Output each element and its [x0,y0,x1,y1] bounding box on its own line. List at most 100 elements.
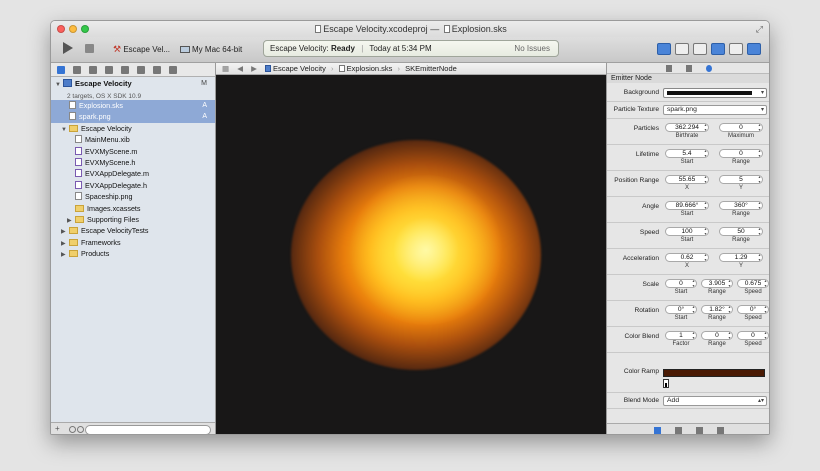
particle-editor-canvas[interactable] [216,75,606,434]
media-library-icon[interactable] [717,427,724,434]
window-title-separator: — [430,24,440,34]
jump-crumb-node[interactable]: SKEmitterNode [405,64,457,73]
standard-editor-button[interactable] [657,43,671,55]
stepper-field[interactable]: 0° [665,305,697,314]
project-file-icon [315,25,322,33]
run-button[interactable] [63,42,73,54]
background-color-well[interactable]: ▾ [663,88,767,98]
stepper-field[interactable]: 360° [719,201,763,210]
toggle-debug-area-button[interactable] [729,43,743,55]
stepper-caption: Y [738,263,743,269]
version-editor-button[interactable] [693,43,707,55]
stepper-field[interactable]: 1 [665,331,697,340]
stepper-field[interactable]: 55.65 [665,175,709,184]
stepper-field[interactable]: 1.29 [719,253,763,262]
navigator-item[interactable]: EVXAppDelegate.h [51,180,215,191]
blend-mode-select[interactable]: Add ▴▾ [663,396,767,406]
background-row: Background ▾ [607,85,769,102]
stepper-field[interactable]: 0 [719,149,763,158]
navigator-item[interactable]: Images.xcassets [51,203,215,214]
stepper-field[interactable]: 50 [719,227,763,236]
color-ramp-bar[interactable] [663,369,765,377]
file-inspector-icon[interactable] [666,65,672,72]
blend-mode-value: Add [667,397,680,404]
disclosure-triangle-icon[interactable]: ▶ [61,250,69,261]
navigator-item[interactable]: EVXMyScene.h [51,157,215,168]
jump-crumb-file[interactable]: Explosion.sks [338,64,392,73]
file-template-icon[interactable] [654,427,661,434]
stepper-caption: Range [732,211,750,217]
navigator-item[interactable]: spark.png A [51,111,215,123]
navigator-item[interactable]: ▶ Escape VelocityTests [51,225,215,236]
stepper-field[interactable]: 89.666° [665,201,709,210]
project-navigator: ▼ Escape Velocity 2 targets, OS X SDK 10.… [51,63,216,434]
assistant-editor-button[interactable] [675,43,689,55]
related-items-icon[interactable]: ▦ [222,64,229,73]
navigator-item[interactable]: ▶ Supporting Files [51,214,215,225]
navigator-item[interactable]: EVXAppDelegate.m [51,168,215,179]
debug-navigator-icon[interactable] [137,66,145,74]
scm-status-badge: A [202,102,207,109]
code-snippet-icon[interactable] [675,427,682,434]
project-navigator-icon[interactable] [57,66,65,74]
scm-filter-icon[interactable] [77,426,84,433]
activity-issues[interactable]: No Issues [514,41,550,56]
color-ramp-stop[interactable] [663,379,669,388]
stepper-field[interactable]: 100 [665,227,709,236]
navigator-item[interactable]: MainMenu.xib [51,134,215,145]
stepper-field[interactable]: 0.675 [737,279,769,288]
texture-combo[interactable]: spark.png ▾ [663,105,767,115]
navigator-item[interactable]: ▶ Products [51,248,215,259]
stepper-field[interactable]: 0 [665,279,697,288]
stepper-caption: Range [708,315,726,321]
stepper-caption: Factor [672,341,690,347]
quick-help-icon[interactable] [686,65,692,72]
stepper-field[interactable]: 5.4 [665,149,709,158]
object-library-icon[interactable] [696,427,703,434]
stepper-field[interactable]: 362.294 [665,123,709,132]
filter-field[interactable] [85,425,211,434]
jump-crumb-project[interactable]: Escape Velocity [264,64,326,73]
issue-navigator-icon[interactable] [105,66,113,74]
mac-icon [180,46,191,53]
stepper-field[interactable]: 3.905 [701,279,733,288]
log-navigator-icon[interactable] [169,66,177,74]
stepper-field[interactable]: 0 [719,123,763,132]
project-name: Escape Velocity [75,79,132,88]
recent-files-icon[interactable] [69,426,76,433]
stop-button[interactable] [85,44,94,53]
navigator-item[interactable]: Explosion.sks A [51,100,215,112]
forward-icon[interactable]: ▶ [251,64,257,73]
navigator-item[interactable]: Spaceship.png [51,191,215,202]
document-icon [443,25,450,33]
stepper-caption: Maximum [727,133,754,139]
navigator-item[interactable]: EVXMyScene.m [51,146,215,157]
scheme-selector[interactable]: ⚒ Escape Vel... My Mac 64-bit [113,44,242,55]
test-navigator-icon[interactable] [121,66,129,74]
stepper-field[interactable]: 5 [719,175,763,184]
fullscreen-icon[interactable]: ⤢ [756,24,763,35]
inspector-row-label: Particles [633,125,659,132]
texture-row: Particle Texture spark.png ▾ [607,102,769,119]
folder-icon [69,227,78,235]
stepper-field[interactable]: 1.82° [701,305,733,314]
toggle-utilities-button[interactable] [747,43,761,55]
add-icon[interactable]: + [55,424,60,433]
toggle-navigator-button[interactable] [711,43,725,55]
search-navigator-icon[interactable] [89,66,97,74]
stepper-field[interactable]: 0 [701,331,733,340]
emitter-inspector-icon[interactable] [706,65,712,72]
stepper-field[interactable]: 0.62 [665,253,709,262]
stepper-field[interactable]: 0 [737,331,769,340]
back-icon[interactable]: ◀ [237,64,243,73]
folder-icon [69,238,78,246]
breakpoint-navigator-icon[interactable] [153,66,161,74]
stepper-field[interactable]: 0° [737,305,769,314]
toolbar: ⚒ Escape Vel... My Mac 64-bit Escape Vel… [51,37,769,63]
symbol-navigator-icon[interactable] [73,66,81,74]
source-file-icon [75,180,82,189]
project-root-item[interactable]: ▼ Escape Velocity 2 targets, OS X SDK 10.… [51,78,215,100]
navigator-item[interactable]: ▶ Frameworks [51,237,215,248]
stepper-caption: Start [680,237,694,243]
navigator-item[interactable]: ▼ Escape Velocity [51,123,215,134]
